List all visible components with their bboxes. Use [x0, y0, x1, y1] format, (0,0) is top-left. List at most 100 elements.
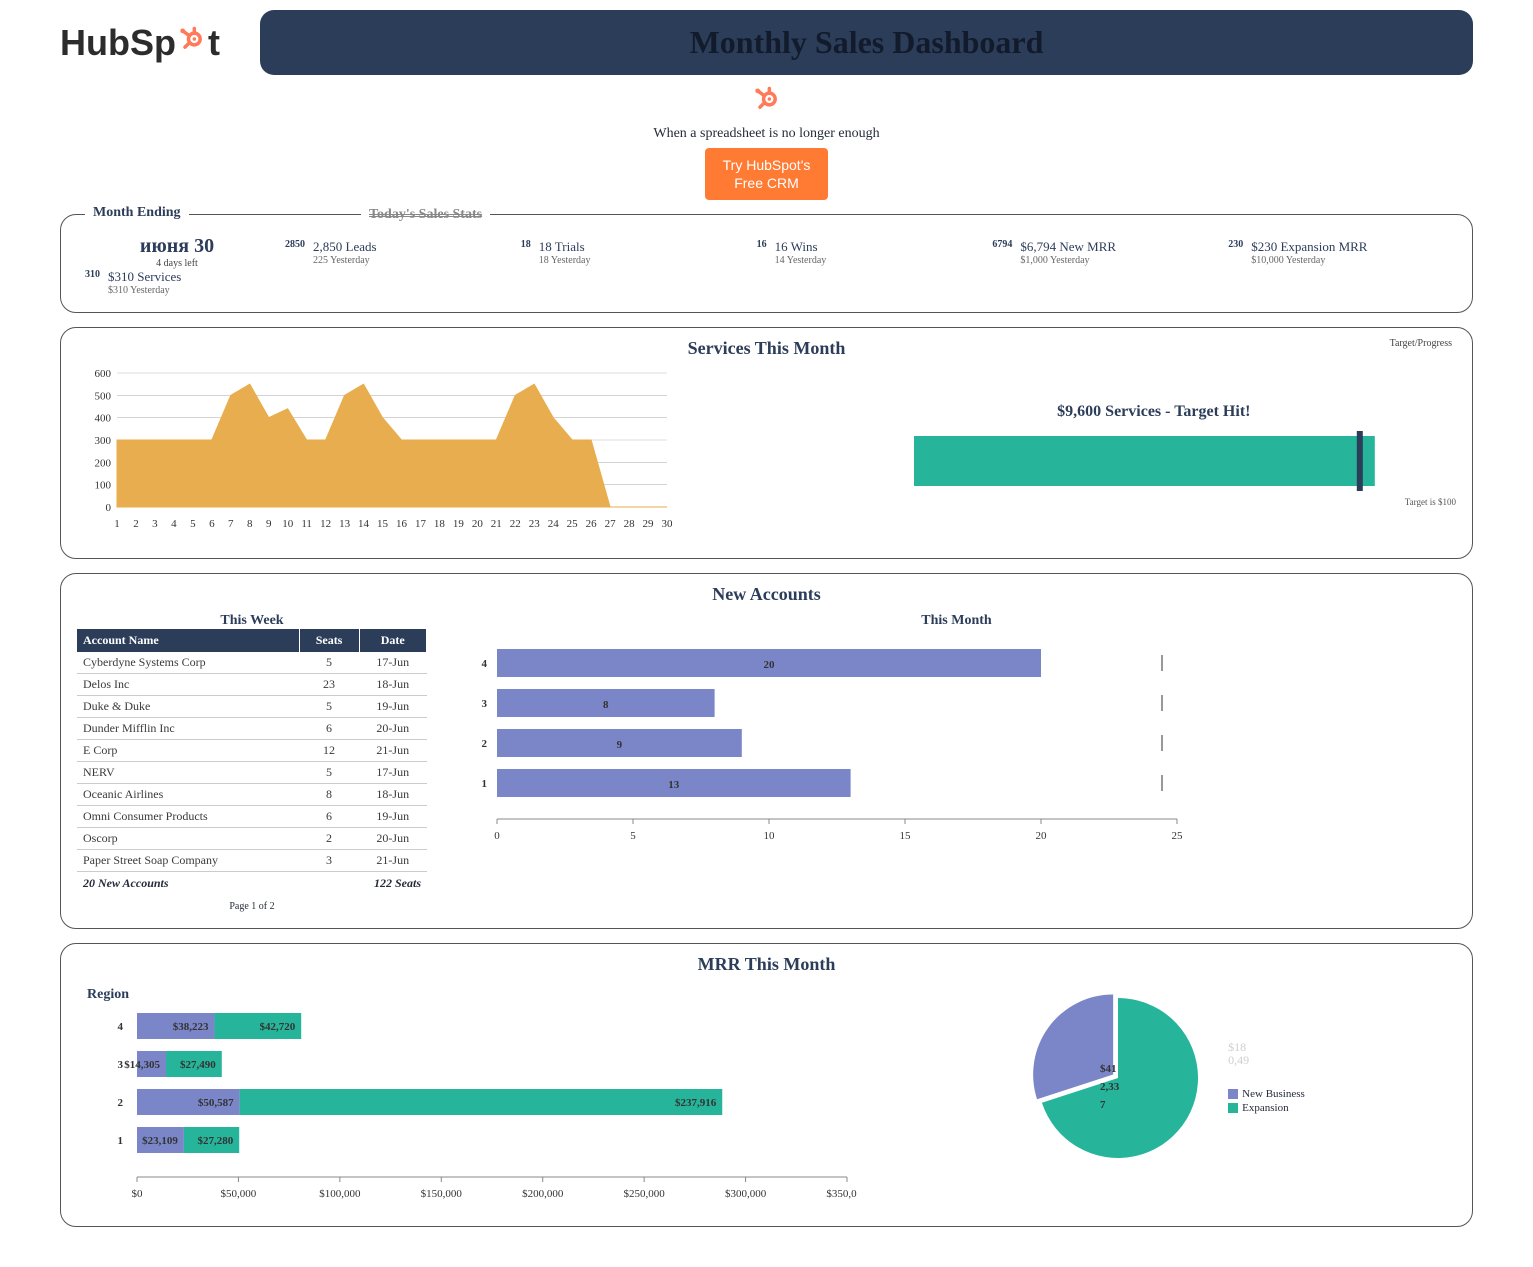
col-seats: Seats	[299, 629, 359, 652]
stat-num: 16	[757, 239, 767, 250]
svg-text:15: 15	[900, 830, 912, 842]
stat-num: 2850	[285, 239, 305, 250]
legend-exp: Expansion	[1242, 1102, 1288, 1114]
svg-text:2: 2	[482, 738, 488, 750]
col-name: Account Name	[77, 629, 299, 652]
sprocket-small-icon	[747, 85, 787, 120]
col-date: Date	[359, 629, 427, 652]
table-row: Cyberdyne Systems Corp517-Jun	[77, 652, 427, 674]
svg-text:1: 1	[118, 1135, 124, 1147]
svg-text:30: 30	[662, 518, 674, 530]
svg-text:$50,587: $50,587	[198, 1097, 234, 1109]
this-month-label: This Month	[457, 613, 1456, 629]
stat-new-mrr: 6794 $6,794 New MRR$1,000 Yesterday	[984, 239, 1220, 266]
svg-text:22: 22	[510, 518, 521, 530]
table-row: Paper Street Soap Company321-Jun	[77, 850, 427, 872]
stats-header: Today's Sales Stats	[361, 207, 490, 223]
svg-text:12: 12	[320, 518, 331, 530]
svg-text:18: 18	[434, 518, 446, 530]
svg-text:29: 29	[643, 518, 655, 530]
stat-sub: $10,000 Yesterday	[1251, 255, 1367, 266]
new-accounts-title: New Accounts	[77, 584, 1456, 605]
table-row: E Corp1221-Jun	[77, 740, 427, 762]
services-target-footnote: Target is $100	[1405, 497, 1456, 507]
stat-expansion-mrr: 230 $230 Expansion MRR$10,000 Yesterday	[1220, 239, 1456, 266]
month-ending-panel: Month Ending Today's Sales Stats июня 30…	[60, 214, 1473, 313]
svg-text:26: 26	[586, 518, 598, 530]
mrr-bar-chart: $38,223$42,7204$14,305$27,4903$50,587$23…	[77, 1005, 857, 1205]
mrr-pie-chart: $412,337	[1028, 983, 1218, 1173]
svg-text:400: 400	[95, 413, 112, 425]
sprocket-icon	[178, 20, 206, 62]
stat-label: $230 Expansion MRR	[1251, 239, 1367, 255]
table-row: Omni Consumer Products619-Jun	[77, 806, 427, 828]
stat-label: $6,794 New MRR	[1020, 239, 1116, 255]
svg-text:20: 20	[764, 659, 776, 671]
svg-text:300: 300	[95, 435, 112, 447]
svg-text:16: 16	[396, 518, 408, 530]
table-row: NERV517-Jun	[77, 762, 427, 784]
svg-text:10: 10	[764, 830, 776, 842]
stat-label: 16 Wins	[775, 239, 827, 255]
stat-sub: $310 Yesterday	[108, 285, 181, 296]
new-accounts-panel: New Accounts This Week Account Name Seat…	[60, 573, 1473, 929]
svg-text:$38,223: $38,223	[173, 1021, 209, 1033]
month-ending-label: Month Ending	[85, 205, 189, 221]
svg-text:8: 8	[247, 518, 253, 530]
svg-text:8: 8	[603, 699, 609, 711]
table-row: Oscorp220-Jun	[77, 828, 427, 850]
svg-text:$250,000: $250,000	[624, 1188, 666, 1200]
pie-outer-label: $180,49	[1228, 1041, 1305, 1067]
stat-label: 18 Trials	[539, 239, 591, 255]
svg-text:4: 4	[482, 658, 488, 670]
header: HubSp t Monthly Sales Dashboard	[60, 10, 1473, 75]
stat-leads: 2850 2,850 Leads225 Yesterday	[277, 239, 513, 266]
mrr-legend: New Business Expansion	[1228, 1088, 1305, 1114]
stat-num: 310	[85, 269, 100, 280]
svg-text:1: 1	[114, 518, 120, 530]
svg-text:5: 5	[630, 830, 636, 842]
svg-text:5: 5	[190, 518, 196, 530]
stat-label: $310 Services	[108, 269, 181, 285]
stat-sub: 225 Yesterday	[313, 255, 377, 266]
svg-text:$237,916: $237,916	[675, 1097, 717, 1109]
region-label: Region	[87, 987, 857, 1003]
svg-text:13: 13	[668, 779, 680, 791]
svg-text:27: 27	[605, 518, 617, 530]
services-target-title: $9,600 Services - Target Hit!	[1057, 403, 1250, 421]
mrr-title: MRR This Month	[77, 954, 1456, 975]
stat-num: 6794	[992, 239, 1012, 250]
try-crm-button[interactable]: Try HubSpot's Free CRM	[705, 148, 829, 200]
summary-seats: 122 Seats	[374, 876, 421, 891]
svg-text:$350,000: $350,000	[826, 1188, 857, 1200]
svg-text:17: 17	[415, 518, 427, 530]
tagline: When a spreadsheet is no longer enough	[653, 126, 879, 142]
svg-text:$42,720: $42,720	[259, 1021, 295, 1033]
svg-text:11: 11	[301, 518, 312, 530]
summary-accounts: 20 New Accounts	[83, 876, 169, 891]
services-area-chart: 0100200300400500600123456789101112131415…	[77, 367, 822, 542]
svg-text:$150,000: $150,000	[421, 1188, 463, 1200]
logo-right-text: t	[208, 22, 220, 64]
month-ending-date: июня 30	[77, 235, 277, 258]
legend-new: New Business	[1242, 1088, 1305, 1100]
svg-text:500: 500	[95, 391, 112, 403]
svg-text:21: 21	[491, 518, 502, 530]
svg-text:1: 1	[482, 778, 488, 790]
days-left: 4 days left	[77, 258, 277, 269]
stat-label: 2,850 Leads	[313, 239, 377, 255]
svg-text:9: 9	[617, 739, 623, 751]
cta-line1: Try HubSpot's	[723, 157, 811, 173]
svg-text:3: 3	[118, 1059, 124, 1071]
stat-num: 18	[521, 239, 531, 250]
svg-text:20: 20	[1036, 830, 1048, 842]
svg-text:3: 3	[152, 518, 158, 530]
table-row: Oceanic Airlines818-Jun	[77, 784, 427, 806]
accounts-bar-chart: 42038291130510152025	[457, 629, 1197, 849]
stat-sub: 14 Yesterday	[775, 255, 827, 266]
svg-text:$200,000: $200,000	[522, 1188, 564, 1200]
this-week-label: This Week	[77, 613, 427, 629]
svg-text:200: 200	[95, 458, 112, 470]
services-target-block: $9,600 Services - Target Hit! Target is …	[852, 367, 1456, 542]
target-progress-label: Target/Progress	[1390, 338, 1452, 349]
